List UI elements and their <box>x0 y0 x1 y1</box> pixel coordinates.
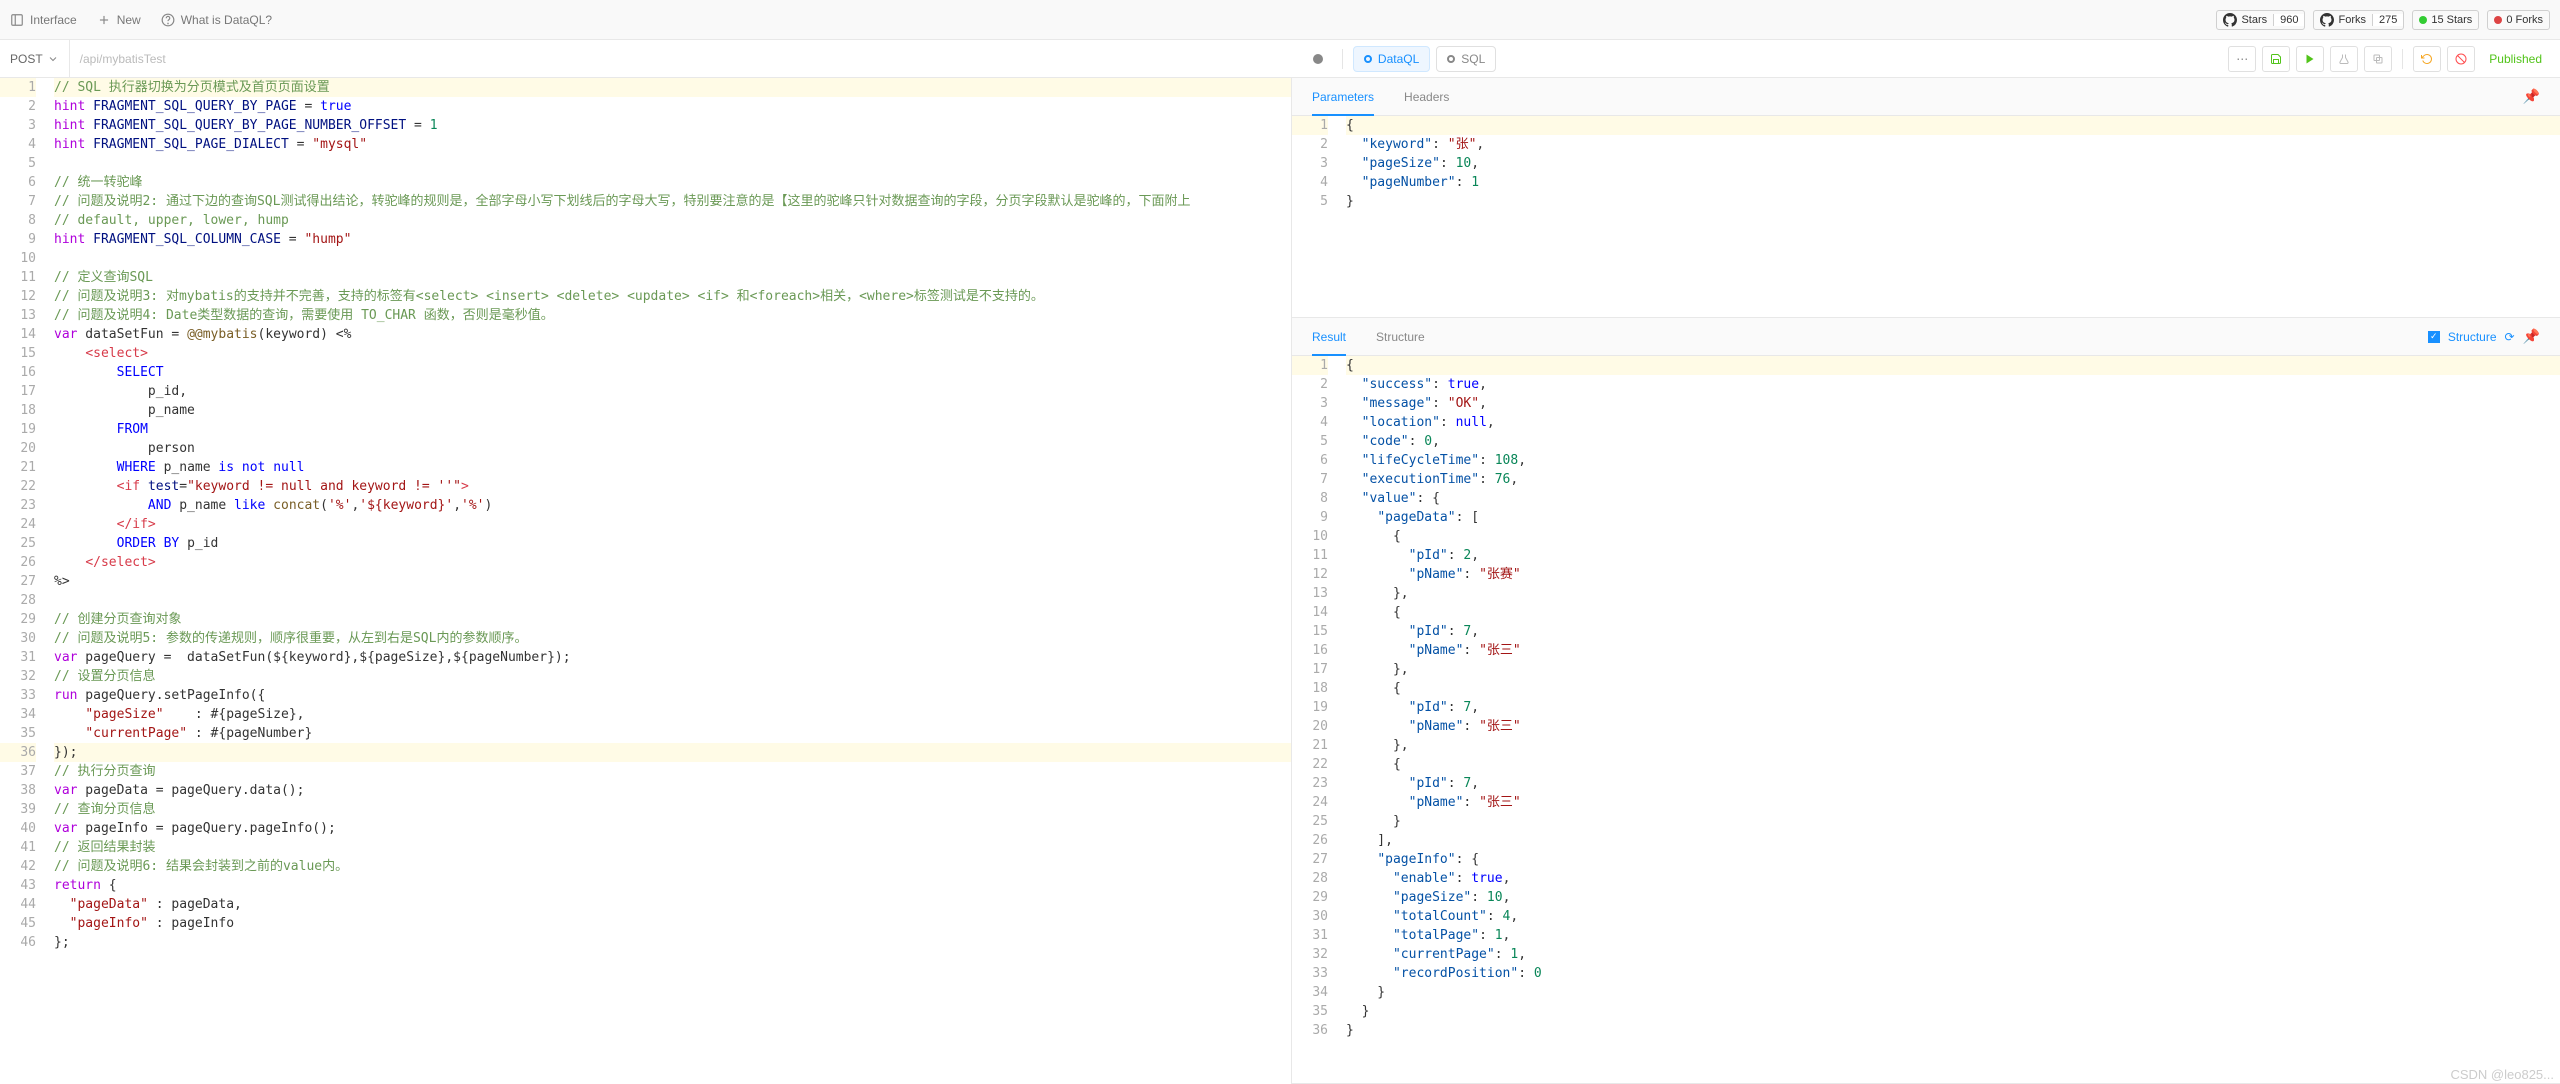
tab-headers[interactable]: Headers <box>1404 78 1449 115</box>
save-button[interactable] <box>2262 46 2290 72</box>
info-button[interactable] <box>1304 46 1332 72</box>
github-stars-badge[interactable]: Stars 960 <box>2216 10 2305 30</box>
badge-label: Stars <box>2241 14 2267 26</box>
help-label: What is DataQL? <box>181 13 272 27</box>
green-dot-icon <box>2419 16 2427 24</box>
more-icon: ⋯ <box>2236 52 2248 66</box>
separator <box>1342 49 1343 69</box>
line-gutter: 1234567891011121314151617181920212223242… <box>1292 356 1338 1083</box>
badge-value: 275 <box>2372 14 2403 26</box>
tab-label: SQL <box>1461 52 1485 66</box>
topbar-badges: Stars 960 Forks 275 15 Stars 0 Forks <box>2216 10 2550 30</box>
result-editor[interactable]: 1234567891011121314151617181920212223242… <box>1292 356 2560 1083</box>
code-content[interactable]: { "keyword": "张", "pageSize": 10, "pageN… <box>1338 116 2560 317</box>
test-button[interactable] <box>2330 46 2358 72</box>
sql-tab[interactable]: SQL <box>1436 46 1496 72</box>
pin-icon[interactable]: 📌 <box>2523 328 2540 345</box>
disable-button[interactable] <box>2447 46 2475 72</box>
tab-result[interactable]: Result <box>1312 318 1346 355</box>
radio-icon <box>1447 55 1455 63</box>
question-icon <box>161 13 175 27</box>
save-icon <box>2270 53 2282 65</box>
code-content[interactable]: // SQL 执行器切换为分页模式及首页页面设置hint FRAGMENT_SQ… <box>46 78 1291 1084</box>
refresh-button[interactable]: ⟳ <box>2505 330 2515 344</box>
tab-structure[interactable]: Structure <box>1376 318 1425 355</box>
flask-icon <box>2338 53 2350 65</box>
result-tabs: Result Structure ✓ Structure ⟳ 📌 <box>1292 318 2560 356</box>
badge-label: 15 Stars <box>2431 14 2472 26</box>
info-icon <box>1312 53 1324 65</box>
interface-label: Interface <box>30 13 77 27</box>
structure-label[interactable]: Structure <box>2448 330 2497 344</box>
parameters-panel: Parameters Headers 📌 12345 { "keyword": … <box>1292 78 2560 318</box>
method-label: POST <box>10 52 43 66</box>
play-icon <box>2304 53 2316 65</box>
copy-button[interactable] <box>2364 46 2392 72</box>
badge-value: 960 <box>2273 14 2304 26</box>
github-icon <box>2223 13 2237 27</box>
copy-icon <box>2372 53 2384 65</box>
pin-icon[interactable]: 📌 <box>2523 88 2540 105</box>
gitee-stars-badge[interactable]: 15 Stars <box>2412 10 2479 30</box>
github-forks-badge[interactable]: Forks 275 <box>2313 10 2404 30</box>
github-icon <box>2320 13 2334 27</box>
code-editor[interactable]: 1234567891011121314151617181920212223242… <box>0 78 1291 1084</box>
chevron-down-icon <box>47 53 59 65</box>
new-button[interactable]: New <box>97 13 141 27</box>
ban-icon <box>2455 53 2467 65</box>
interface-button[interactable]: Interface <box>10 13 77 27</box>
red-dot-icon <box>2494 16 2502 24</box>
tab-parameters[interactable]: Parameters <box>1312 78 1374 115</box>
undo-button[interactable] <box>2413 46 2441 72</box>
watermark: CSDN @leo825... <box>2450 1067 2554 1082</box>
plus-icon <box>97 13 111 27</box>
badge-label: Forks <box>2338 14 2366 26</box>
line-gutter: 12345 <box>1292 116 1338 317</box>
top-bar: Interface New What is DataQL? Stars 960 … <box>0 0 2560 40</box>
code-content[interactable]: { "success": true, "message": "OK", "loc… <box>1338 356 2560 1083</box>
dataql-tab[interactable]: DataQL <box>1353 46 1430 72</box>
request-bar: POST /api/mybatisTest DataQL SQL ⋯ <box>0 40 2560 78</box>
params-tabs: Parameters Headers 📌 <box>1292 78 2560 116</box>
badge-label: 0 Forks <box>2506 14 2543 26</box>
panel-icon <box>10 13 24 27</box>
tab-label: DataQL <box>1378 52 1419 66</box>
url-input[interactable]: /api/mybatisTest <box>70 40 1285 77</box>
line-gutter: 1234567891011121314151617181920212223242… <box>0 78 46 1084</box>
undo-icon <box>2421 53 2433 65</box>
gitee-forks-badge[interactable]: 0 Forks <box>2487 10 2550 30</box>
more-button[interactable]: ⋯ <box>2228 46 2256 72</box>
help-button[interactable]: What is DataQL? <box>161 13 272 27</box>
structure-checkbox[interactable]: ✓ <box>2428 331 2440 343</box>
status-published: Published <box>2481 52 2550 66</box>
result-panel: Result Structure ✓ Structure ⟳ 📌 1234567… <box>1292 318 2560 1084</box>
separator <box>2402 49 2403 69</box>
new-label: New <box>117 13 141 27</box>
method-select[interactable]: POST <box>0 40 70 77</box>
radio-icon <box>1364 55 1372 63</box>
run-button[interactable] <box>2296 46 2324 72</box>
params-editor[interactable]: 12345 { "keyword": "张", "pageSize": 10, … <box>1292 116 2560 317</box>
